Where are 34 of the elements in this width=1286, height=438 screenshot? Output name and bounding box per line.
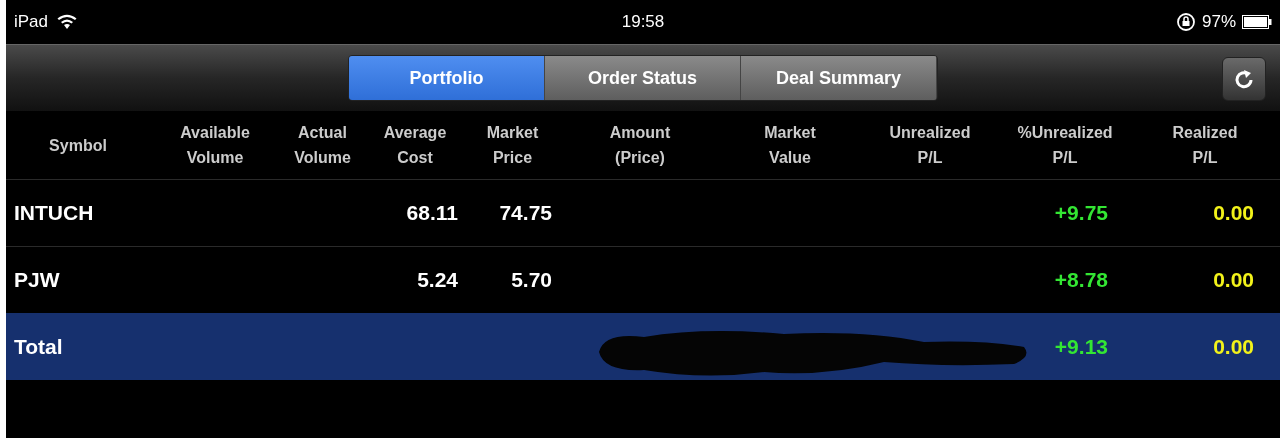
column-header: Unrealized P/L <box>888 123 972 168</box>
segment-tab[interactable]: Deal Summary <box>741 56 937 100</box>
device-name: iPad <box>14 12 49 32</box>
segment-tab[interactable]: Order Status <box>545 56 741 100</box>
segment-tab[interactable]: Portfolio <box>349 56 545 100</box>
refresh-button[interactable] <box>1222 57 1266 101</box>
symbol-cell-text: Total <box>13 335 64 359</box>
column-header: Average Cost <box>382 123 448 168</box>
refresh-icon <box>1233 68 1255 90</box>
battery-percentage: 97% <box>1201 12 1236 32</box>
column-header: Market Value <box>763 123 817 168</box>
table-cell-text: +9.75 <box>1053 201 1109 225</box>
symbol-cell-text: PJW <box>13 268 61 292</box>
clock-time: 19:58 <box>621 12 665 32</box>
table-cell-text: +9.13 <box>1053 335 1109 359</box>
table-cell-text: +8.78 <box>1053 268 1109 292</box>
table-cell-text: 5.70 <box>510 268 553 292</box>
column-header: Symbol <box>48 135 108 156</box>
column-header: Market Price <box>485 123 540 168</box>
table-cell-text: 74.75 <box>498 201 553 225</box>
column-header: Available Volume <box>179 123 251 168</box>
symbol-cell-text: INTUCH <box>13 201 95 225</box>
table-cell-text: 68.11 <box>405 201 459 225</box>
column-header: Realized P/L <box>1171 123 1239 168</box>
table-cell-text: 5.24 <box>416 268 459 292</box>
battery-icon <box>1242 15 1272 29</box>
table-cell-text: 0.00 <box>1212 335 1255 359</box>
column-header: Amount (Price) <box>608 123 672 168</box>
rotation-lock-icon <box>1175 12 1196 32</box>
column-header: Actual Volume <box>293 123 352 168</box>
table-cell-text: 0.00 <box>1212 201 1255 225</box>
column-header: %Unrealized P/L <box>1016 123 1114 168</box>
table-cell-text: 0.00 <box>1212 268 1255 292</box>
wifi-icon <box>56 14 79 30</box>
